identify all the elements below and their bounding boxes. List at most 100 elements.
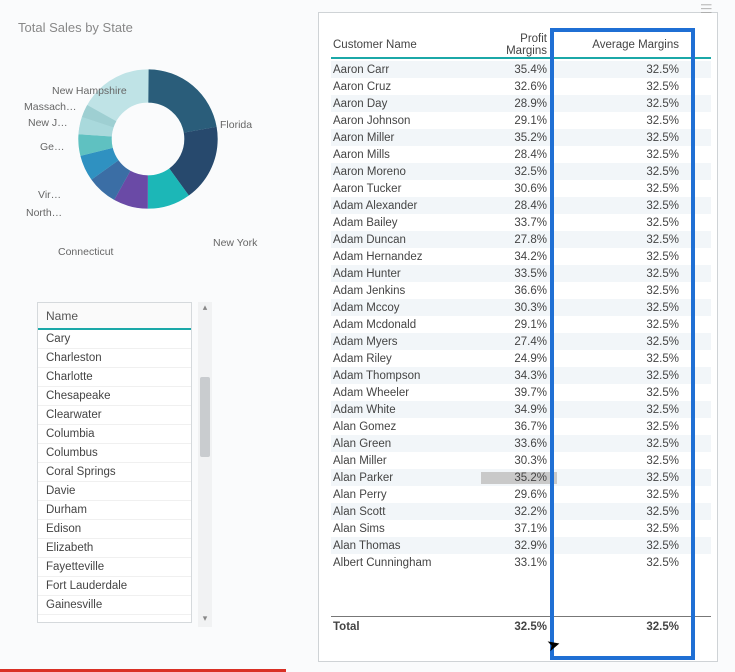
table-row[interactable]: Adam Alexander28.4%32.5% — [331, 197, 711, 214]
table-row[interactable]: Adam Bailey33.7%32.5% — [331, 214, 711, 231]
cell-profit: 34.9% — [481, 404, 557, 416]
table-row[interactable]: Alan Green33.6%32.5% — [331, 435, 711, 452]
table-row[interactable]: Adam Riley24.9%32.5% — [331, 350, 711, 367]
table-total-row: Total 32.5% 32.5% — [331, 616, 711, 633]
table-row[interactable]: Adam Hunter33.5%32.5% — [331, 265, 711, 282]
chart-label: New York — [213, 237, 257, 249]
table-row[interactable]: Aaron Mills28.4%32.5% — [331, 146, 711, 163]
cell-customer: Alan Parker — [331, 472, 481, 484]
list-item[interactable]: Edison — [38, 520, 191, 539]
chart-label: Ge… — [40, 141, 65, 153]
table-row[interactable]: Adam Jenkins36.6%32.5% — [331, 282, 711, 299]
list-item[interactable]: Elizabeth — [38, 539, 191, 558]
cell-profit: 30.6% — [481, 183, 557, 195]
cell-avg: 32.5% — [557, 336, 697, 348]
cell-profit: 37.1% — [481, 523, 557, 535]
table-row[interactable]: Alan Gomez36.7%32.5% — [331, 418, 711, 435]
cell-profit: 29.1% — [481, 115, 557, 127]
list-item[interactable]: Davie — [38, 482, 191, 501]
table-row[interactable]: Alan Perry29.6%32.5% — [331, 486, 711, 503]
list-item[interactable]: Columbia — [38, 425, 191, 444]
table-row[interactable]: Adam Hernandez34.2%32.5% — [331, 248, 711, 265]
table-row[interactable]: Adam Mcdonald29.1%32.5% — [331, 316, 711, 333]
list-item[interactable]: Durham — [38, 501, 191, 520]
cell-profit: 28.4% — [481, 200, 557, 212]
col-header-avg[interactable]: Average Margins — [557, 39, 697, 51]
name-slicer-title: Name — [46, 309, 78, 323]
cell-profit: 33.6% — [481, 438, 557, 450]
cell-profit: 35.4% — [481, 64, 557, 76]
cell-profit: 27.8% — [481, 234, 557, 246]
total-profit: 32.5% — [481, 621, 557, 633]
table-row[interactable]: Alan Miller30.3%32.5% — [331, 452, 711, 469]
cell-avg: 32.5% — [557, 115, 697, 127]
scroll-thumb[interactable] — [200, 377, 210, 457]
cell-customer: Aaron Miller — [331, 132, 481, 144]
table-row[interactable]: Aaron Carr35.4%32.5% — [331, 61, 711, 78]
cell-customer: Alan Miller — [331, 455, 481, 467]
cell-profit: 39.7% — [481, 387, 557, 399]
table-row[interactable]: Adam White34.9%32.5% — [331, 401, 711, 418]
cell-avg: 32.5% — [557, 285, 697, 297]
cell-avg: 32.5% — [557, 319, 697, 331]
table-row[interactable]: Albert Cunningham33.1%32.5% — [331, 554, 711, 571]
scroll-down-icon[interactable]: ▾ — [198, 613, 212, 627]
table-row[interactable]: Adam Thompson34.3%32.5% — [331, 367, 711, 384]
name-slicer[interactable]: Name CaryCharlestonCharlotteChesapeakeCl… — [37, 302, 192, 623]
cell-customer: Adam Duncan — [331, 234, 481, 246]
cell-profit: 30.3% — [481, 455, 557, 467]
table-row[interactable]: Adam Myers27.4%32.5% — [331, 333, 711, 350]
name-slicer-header: Name — [38, 303, 191, 330]
cell-avg: 32.5% — [557, 540, 697, 552]
table-visual[interactable]: ||| Customer Name Profit Margins Average… — [318, 12, 718, 662]
table-row[interactable]: Aaron Moreno32.5%32.5% — [331, 163, 711, 180]
cell-profit: 36.6% — [481, 285, 557, 297]
list-item[interactable]: Coral Springs — [38, 463, 191, 482]
total-label: Total — [331, 621, 481, 633]
table-row[interactable]: Aaron Johnson29.1%32.5% — [331, 112, 711, 129]
list-item[interactable]: Columbus — [38, 444, 191, 463]
table-row[interactable]: Alan Thomas32.9%32.5% — [331, 537, 711, 554]
list-item[interactable]: Gainesville — [38, 596, 191, 615]
list-item[interactable]: Fort Lauderdale — [38, 577, 191, 596]
cell-customer: Alan Thomas — [331, 540, 481, 552]
table-row[interactable]: Aaron Tucker30.6%32.5% — [331, 180, 711, 197]
cell-customer: Aaron Johnson — [331, 115, 481, 127]
table-row[interactable]: Aaron Day28.9%32.5% — [331, 95, 711, 112]
cell-customer: Alan Scott — [331, 506, 481, 518]
table-row[interactable]: Alan Scott32.2%32.5% — [331, 503, 711, 520]
table-row[interactable]: Adam Mccoy30.3%32.5% — [331, 299, 711, 316]
scroll-up-icon[interactable]: ▴ — [198, 302, 212, 316]
cell-customer: Aaron Carr — [331, 64, 481, 76]
table-row[interactable]: Aaron Miller35.2%32.5% — [331, 129, 711, 146]
list-item[interactable]: Charleston — [38, 349, 191, 368]
col-header-customer[interactable]: Customer Name — [331, 39, 481, 51]
list-item[interactable]: Clearwater — [38, 406, 191, 425]
chart-label: North… — [26, 207, 62, 219]
table-row[interactable]: Aaron Cruz32.6%32.5% — [331, 78, 711, 95]
list-item[interactable]: Fayetteville — [38, 558, 191, 577]
drag-handle-icon[interactable]: ||| — [701, 3, 713, 15]
list-item[interactable]: Cary — [38, 330, 191, 349]
table-row[interactable]: Alan Parker35.2%32.5% — [331, 469, 711, 486]
col-header-profit[interactable]: Profit Margins — [481, 33, 557, 57]
cell-customer: Albert Cunningham — [331, 557, 481, 569]
chart-label: New J… — [28, 117, 68, 129]
cell-customer: Adam Mccoy — [331, 302, 481, 314]
list-item[interactable]: Chesapeake — [38, 387, 191, 406]
name-slicer-scrollbar[interactable]: ▴ ▾ — [198, 302, 212, 627]
cell-profit: 36.7% — [481, 421, 557, 433]
cell-avg: 32.5% — [557, 455, 697, 467]
cell-avg: 32.5% — [557, 81, 697, 93]
donut-chart[interactable]: New Hampshire Massach… New J… Ge… Vir… N… — [18, 49, 268, 269]
table-row[interactable]: Alan Sims37.1%32.5% — [331, 520, 711, 537]
chart-label: Connecticut — [58, 246, 113, 258]
table-row[interactable]: Adam Duncan27.8%32.5% — [331, 231, 711, 248]
cell-profit: 33.5% — [481, 268, 557, 280]
table-row[interactable]: Adam Wheeler39.7%32.5% — [331, 384, 711, 401]
list-item[interactable]: Charlotte — [38, 368, 191, 387]
cell-avg: 32.5% — [557, 132, 697, 144]
cell-customer: Aaron Tucker — [331, 183, 481, 195]
cell-profit: 30.3% — [481, 302, 557, 314]
chart-label: Vir… — [38, 189, 61, 201]
